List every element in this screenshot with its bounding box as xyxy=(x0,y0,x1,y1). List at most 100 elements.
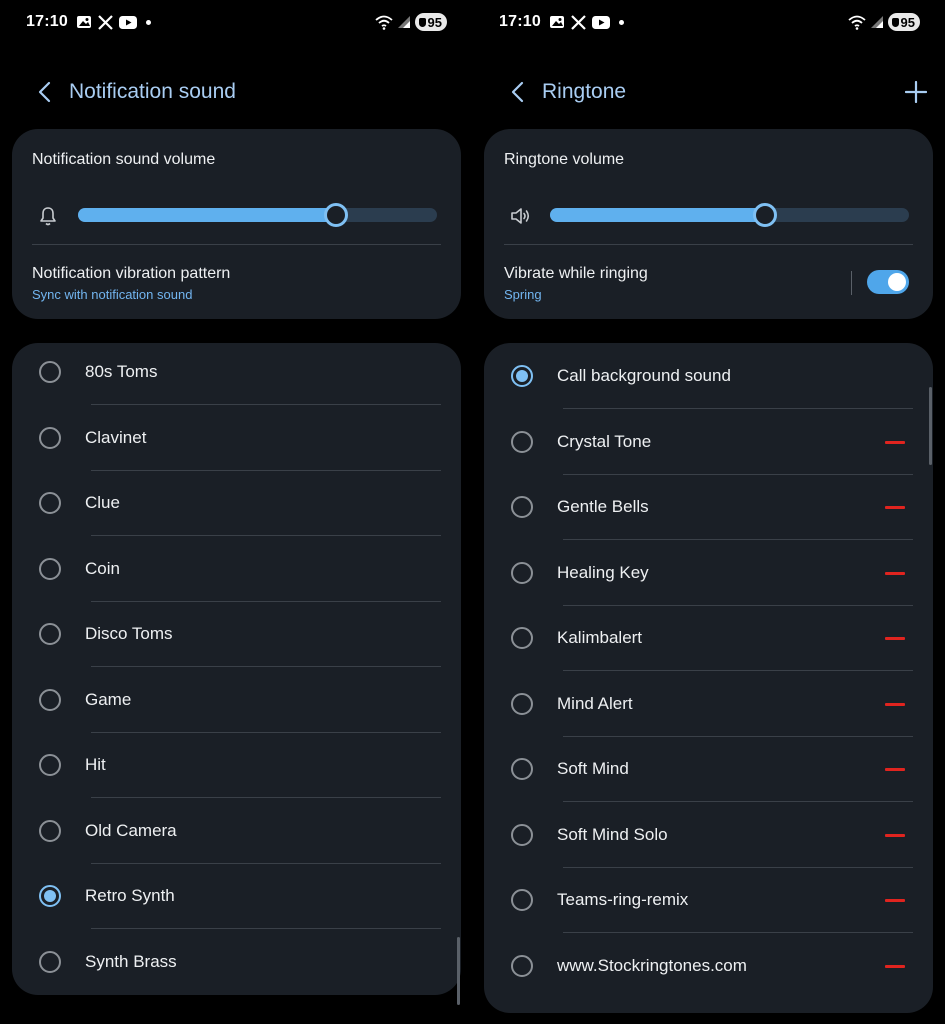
list-item[interactable]: www.Stockringtones.com xyxy=(484,933,933,999)
list-item[interactable]: 80s Toms xyxy=(12,343,461,409)
app-header: Notification sound xyxy=(0,70,473,114)
list-item[interactable]: Call background sound xyxy=(484,343,933,409)
list-item-label: Mind Alert xyxy=(557,693,633,713)
divider xyxy=(91,469,441,471)
list-item-label: Crystal Tone xyxy=(557,431,652,451)
list-item-label: Disco Toms xyxy=(85,624,173,643)
divider xyxy=(91,666,441,667)
battery-indicator: 95 xyxy=(887,13,920,31)
list-item[interactable]: Soft Mind Solo xyxy=(484,802,933,868)
divider xyxy=(32,244,441,245)
list-item-label: Retro Synth xyxy=(85,886,175,905)
battery-level: 95 xyxy=(427,14,442,30)
battery-level: 95 xyxy=(900,14,915,30)
radio-button[interactable] xyxy=(39,819,61,842)
list-item[interactable]: Gentle Bells xyxy=(484,474,933,540)
gallery-icon xyxy=(76,16,91,28)
app-header: Ringtone xyxy=(473,70,945,114)
radio-button[interactable] xyxy=(39,557,61,580)
list-item[interactable]: Game xyxy=(12,671,461,737)
radio-button[interactable] xyxy=(511,627,533,649)
status-bar: 17:10 95 xyxy=(499,8,920,36)
more-notifications-dot xyxy=(618,19,624,25)
vibration-subtitle: Sync with notification sound xyxy=(32,287,193,302)
list-item[interactable]: Retro Synth xyxy=(12,867,461,933)
list-item[interactable]: Crystal Tone xyxy=(484,409,933,475)
list-item[interactable]: Synth Brass xyxy=(12,933,461,999)
notification-sound-screen: 17:10 95 Notification sound Notification… xyxy=(0,0,473,1024)
divider xyxy=(91,797,441,798)
list-item[interactable]: Mind Alert xyxy=(484,671,933,737)
list-item-label: Clue xyxy=(85,493,120,512)
delete-ringtone-button[interactable] xyxy=(885,964,905,968)
radio-button[interactable] xyxy=(511,954,533,977)
status-time: 17:10 xyxy=(26,13,68,30)
radio-button[interactable] xyxy=(39,754,61,776)
toggle-divider xyxy=(851,271,852,295)
more-notifications-dot xyxy=(145,19,151,25)
list-item[interactable]: Healing Key xyxy=(484,540,933,606)
volume-label: Notification sound volume xyxy=(32,151,216,168)
radio-button[interactable] xyxy=(39,492,61,514)
list-item[interactable]: Kalimbalert xyxy=(484,605,933,671)
radio-button[interactable] xyxy=(511,430,533,453)
radio-button[interactable] xyxy=(511,758,533,780)
slider-thumb[interactable] xyxy=(753,203,778,227)
add-ringtone-button[interactable] xyxy=(902,78,930,106)
list-item[interactable]: Clavinet xyxy=(12,409,461,475)
speaker-icon xyxy=(511,208,530,224)
notification-volume-slider[interactable] xyxy=(78,203,437,227)
divider xyxy=(91,535,441,536)
radio-button[interactable] xyxy=(511,889,533,911)
ringtone-screen: 17:10 95 Ringtone Ringtone volume Vibrat… xyxy=(473,0,945,1024)
list-item-label: Teams-ring-remix xyxy=(557,890,689,909)
radio-button[interactable] xyxy=(39,426,61,449)
radio-button[interactable] xyxy=(39,950,61,973)
list-item-label: Old Camera xyxy=(85,820,177,840)
scrollbar[interactable] xyxy=(929,387,932,465)
list-item[interactable]: Hit xyxy=(12,736,461,802)
slider-thumb[interactable] xyxy=(324,203,349,227)
slider-fill xyxy=(550,208,766,222)
delete-ringtone-button[interactable] xyxy=(885,506,905,509)
list-item[interactable]: Clue xyxy=(12,474,461,540)
delete-ringtone-button[interactable] xyxy=(885,440,905,444)
youtube-icon xyxy=(118,15,137,29)
list-item-label: Call background sound xyxy=(557,366,731,385)
delete-ringtone-button[interactable] xyxy=(885,637,905,640)
divider xyxy=(91,404,441,405)
list-item-label: Healing Key xyxy=(557,562,649,582)
scrollbar[interactable] xyxy=(457,937,460,1005)
delete-ringtone-button[interactable] xyxy=(885,702,905,706)
list-item-label: Soft Mind xyxy=(557,759,629,778)
chevron-left-icon xyxy=(38,81,51,103)
list-item-label: Synth Brass xyxy=(85,951,177,971)
delete-ringtone-button[interactable] xyxy=(885,833,905,837)
radio-button[interactable] xyxy=(39,688,61,711)
radio-button[interactable] xyxy=(511,561,533,584)
radio-button[interactable] xyxy=(511,496,533,518)
back-button[interactable] xyxy=(503,78,531,106)
vibration-title: Notification vibration pattern xyxy=(32,265,231,282)
ringtone-volume-slider[interactable] xyxy=(550,203,909,227)
list-item[interactable]: Soft Mind xyxy=(484,736,933,802)
list-item[interactable]: Coin xyxy=(12,540,461,606)
list-item[interactable]: Old Camera xyxy=(12,802,461,868)
delete-ringtone-button[interactable] xyxy=(885,768,905,771)
x-icon xyxy=(98,14,113,30)
list-item[interactable]: Teams-ring-remix xyxy=(484,867,933,933)
signal-icon xyxy=(870,16,883,28)
radio-selected[interactable] xyxy=(511,365,533,387)
radio-button[interactable] xyxy=(511,692,533,715)
radio-selected[interactable] xyxy=(39,885,61,907)
x-icon xyxy=(571,14,586,30)
delete-ringtone-button[interactable] xyxy=(885,571,905,575)
vibrate-toggle[interactable] xyxy=(867,270,909,294)
signal-icon xyxy=(397,16,410,28)
back-button[interactable] xyxy=(30,78,58,106)
radio-button[interactable] xyxy=(39,623,61,645)
radio-button[interactable] xyxy=(511,823,533,846)
list-item[interactable]: Disco Toms xyxy=(12,605,461,671)
delete-ringtone-button[interactable] xyxy=(885,899,905,902)
radio-button[interactable] xyxy=(39,361,61,383)
